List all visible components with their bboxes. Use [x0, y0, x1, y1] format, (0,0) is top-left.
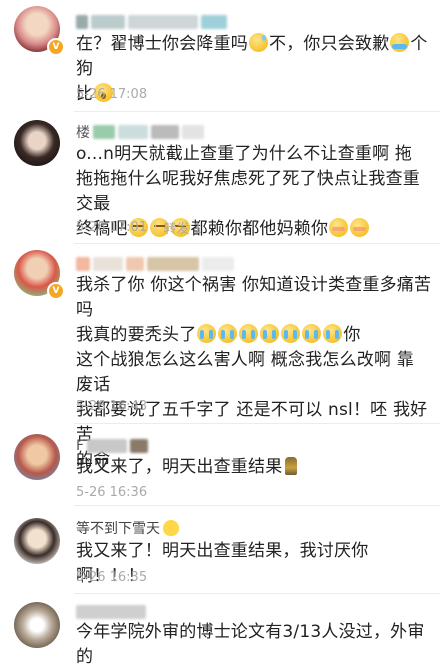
comment-item: 等不到下雪天 我又来了！明天出查重结果，我讨厌你啊！！！ 5-26 16:35	[0, 506, 440, 594]
username-redacted	[87, 439, 128, 453]
comment-text-segment: 在？翟博士你会降重吗	[76, 34, 248, 54]
comment-text-segment: 我杀了你 你这个祸害 你知道设计类查重多痛苦吗	[76, 275, 432, 320]
username-redacted	[182, 125, 204, 139]
username-visible-part: 等不到下雪天	[76, 521, 160, 537]
username-redacted	[93, 125, 115, 139]
comment-meta: 5-26 16:43	[76, 399, 147, 414]
username-redacted	[76, 257, 90, 271]
comment-text-segment: 今年学院外审的博士论文有3/13人没过，外审的	[76, 622, 425, 667]
crying-emoji-icon	[281, 324, 301, 343]
username-redacted	[202, 257, 234, 271]
comment-time: 5-26 16:36	[76, 485, 148, 500]
comment-text-segment: 这个战狼怎么这么害人啊 概念我怎么改啊 靠 废话	[76, 350, 415, 395]
username-redacted	[201, 15, 227, 29]
figurine-emoji-icon	[285, 457, 298, 475]
username-redacted	[130, 439, 149, 453]
crying-emoji-icon	[302, 324, 322, 343]
comment-time: 5-26 16:43	[76, 399, 148, 414]
comment-username[interactable]: F	[76, 438, 149, 454]
sweat-emoji-icon	[249, 33, 268, 52]
username-redacted	[93, 257, 123, 271]
comment-text-segment: 你	[343, 325, 361, 345]
comment-username[interactable]	[76, 14, 227, 30]
comment-time: 5-26 16:35	[76, 570, 148, 585]
comment-item: F 我又来了，明天出查重结果 5-26 16:36	[0, 424, 440, 506]
username-visible-part: F	[76, 438, 85, 454]
comment-text-segment: 我又来了，明天出查重结果	[76, 457, 283, 477]
avatar[interactable]	[14, 434, 60, 480]
comment-text: 今年学院外审的博士论文有3/13人没过，外审的	[76, 620, 432, 670]
comment-meta: 5-26 17:01 | 转发 1	[76, 218, 202, 237]
verified-badge-icon: V	[47, 282, 65, 300]
username-redacted	[91, 15, 125, 29]
comment-username[interactable]	[76, 604, 146, 620]
comment-item: 楼 o...n明天就截止查重了为什么不让查重啊 拖 拖拖拖什么呢我好焦虑死了死了…	[0, 112, 440, 244]
comment-username[interactable]: 等不到下雪天	[76, 520, 179, 537]
repost-link[interactable]: 转发 1	[164, 218, 202, 237]
chick-emoji-icon	[163, 520, 179, 536]
comment-item: 今年学院外审的博士论文有3/13人没过，外审的	[0, 594, 440, 667]
comment-username[interactable]	[76, 256, 234, 272]
comment-meta: 5-26 17:08	[76, 87, 147, 102]
meta-separator: |	[153, 220, 158, 235]
comment-text-segment: o...n明天就截止查重了为什么不让查重啊 拖	[76, 144, 413, 164]
comment-text-segment: 我真的要秃头了	[76, 325, 197, 345]
username-redacted	[76, 15, 88, 29]
shy-emoji-icon	[329, 218, 349, 237]
comment-text-segment: 都赖你都他妈赖你	[190, 219, 329, 239]
username-redacted	[128, 15, 198, 29]
username-redacted	[151, 125, 179, 139]
username-redacted	[76, 605, 146, 619]
comment-text: 我又来了，明天出查重结果	[76, 455, 432, 480]
crying-emoji-icon	[323, 324, 343, 343]
comment-item: V 我杀了你 你这个祸害 你知道设计类查重多痛苦吗 我真的要秃头了 你 这个战狼怎…	[0, 244, 440, 470]
username-redacted	[118, 125, 148, 139]
comment-text-segment: 不，你只会致歉	[269, 34, 390, 54]
comment-time: 5-26 17:01	[76, 220, 148, 235]
username-redacted	[126, 257, 144, 271]
avatar[interactable]	[14, 120, 60, 166]
crying-emoji-icon	[218, 324, 238, 343]
comment-time: 5-26 17:08	[76, 87, 148, 102]
crying-emoji-icon	[390, 33, 410, 52]
crying-emoji-icon	[197, 324, 217, 343]
crying-emoji-icon	[260, 324, 280, 343]
comment-username[interactable]: 楼	[76, 124, 204, 141]
verified-badge-icon: V	[47, 38, 65, 56]
avatar[interactable]	[14, 518, 60, 564]
shy-emoji-icon	[350, 218, 370, 237]
comment-text-segment: 拖拖拖什么呢我好焦虑死了死了快点让我查重交最	[76, 169, 420, 214]
username-visible-part: 楼	[76, 125, 90, 141]
crying-emoji-icon	[239, 324, 259, 343]
comment-meta: 5-26 16:35	[76, 570, 147, 585]
avatar[interactable]	[14, 602, 60, 648]
comment-meta: 5-26 16:36	[76, 485, 147, 500]
comment-item: V 在？翟博士你会降重吗 不，你只会致歉 个狗 比 5-26 17:08	[0, 0, 440, 112]
username-redacted	[147, 257, 199, 271]
